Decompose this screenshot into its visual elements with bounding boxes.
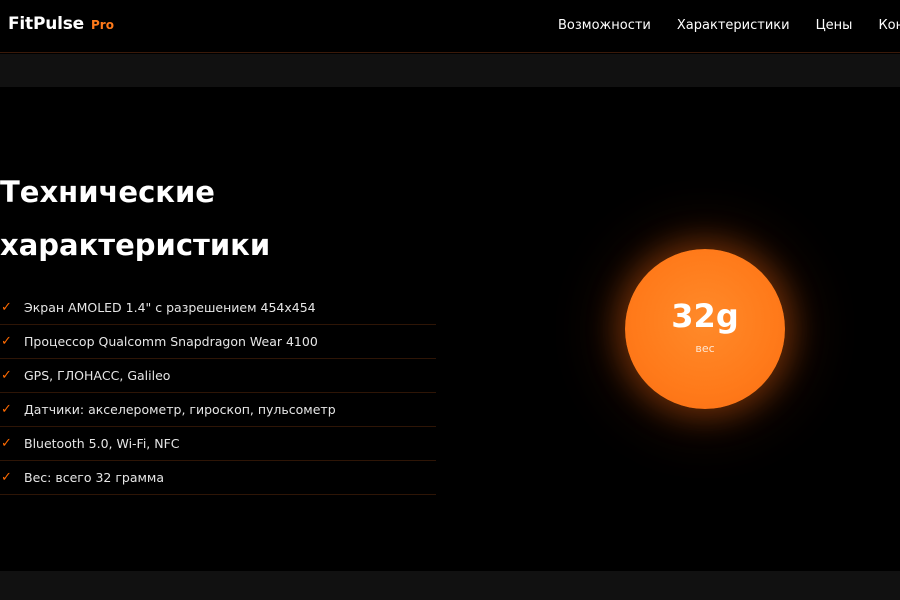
check-icon: ✓ bbox=[1, 368, 12, 383]
site-header: FitPulse Pro Возможности Характеристики … bbox=[0, 0, 900, 53]
nav-link-features[interactable]: Возможности bbox=[558, 18, 651, 33]
logo[interactable]: FitPulse Pro bbox=[8, 14, 114, 34]
spec-text: Процессор Qualcomm Snapdragon Wear 4100 bbox=[24, 334, 318, 349]
nav-link-prices[interactable]: Цены bbox=[816, 18, 853, 33]
check-icon: ✓ bbox=[1, 334, 12, 349]
spec-text: Вес: всего 32 грамма bbox=[24, 470, 165, 485]
check-icon: ✓ bbox=[1, 436, 12, 451]
section-title: Технические характеристики bbox=[0, 166, 420, 272]
bottom-divider-strip bbox=[0, 571, 900, 600]
nav-link-contacts[interactable]: Контакты bbox=[878, 18, 900, 33]
weight-label: вес bbox=[695, 341, 715, 355]
spec-text: GPS, ГЛОНАСС, Galileo bbox=[24, 368, 171, 383]
main-nav: Возможности Характеристики Цены Контакты bbox=[558, 18, 900, 33]
spec-list: ✓ Экран AMOLED 1.4" с разрешением 454x45… bbox=[0, 291, 436, 495]
spec-item-navigation: ✓ GPS, ГЛОНАСС, Galileo bbox=[0, 359, 436, 393]
check-icon: ✓ bbox=[1, 470, 12, 485]
spec-text: Bluetooth 5.0, Wi-Fi, NFC bbox=[24, 436, 180, 451]
check-icon: ✓ bbox=[1, 300, 12, 315]
spec-item-connectivity: ✓ Bluetooth 5.0, Wi-Fi, NFC bbox=[0, 427, 436, 461]
logo-text: FitPulse bbox=[8, 14, 85, 34]
top-divider-strip bbox=[0, 54, 900, 87]
spec-item-processor: ✓ Процессор Qualcomm Snapdragon Wear 410… bbox=[0, 325, 436, 359]
spec-item-weight: ✓ Вес: всего 32 грамма bbox=[0, 461, 436, 495]
spec-text: Датчики: акселерометр, гироскоп, пульсом… bbox=[24, 402, 336, 417]
nav-link-specs[interactable]: Характеристики bbox=[677, 18, 790, 33]
spec-item-sensors: ✓ Датчики: акселерометр, гироскоп, пульс… bbox=[0, 393, 436, 427]
section-title-line2: характеристики bbox=[0, 228, 271, 262]
weight-value: 32g bbox=[671, 296, 739, 335]
weight-badge: 32g вес bbox=[625, 249, 785, 409]
spec-text: Экран AMOLED 1.4" с разрешением 454x454 bbox=[24, 300, 316, 315]
page: FitPulse Pro Возможности Характеристики … bbox=[0, 0, 900, 600]
logo-pro-badge: Pro bbox=[91, 18, 114, 32]
spec-item-screen: ✓ Экран AMOLED 1.4" с разрешением 454x45… bbox=[0, 291, 436, 325]
section-title-line1: Технические bbox=[0, 175, 215, 209]
check-icon: ✓ bbox=[1, 402, 12, 417]
